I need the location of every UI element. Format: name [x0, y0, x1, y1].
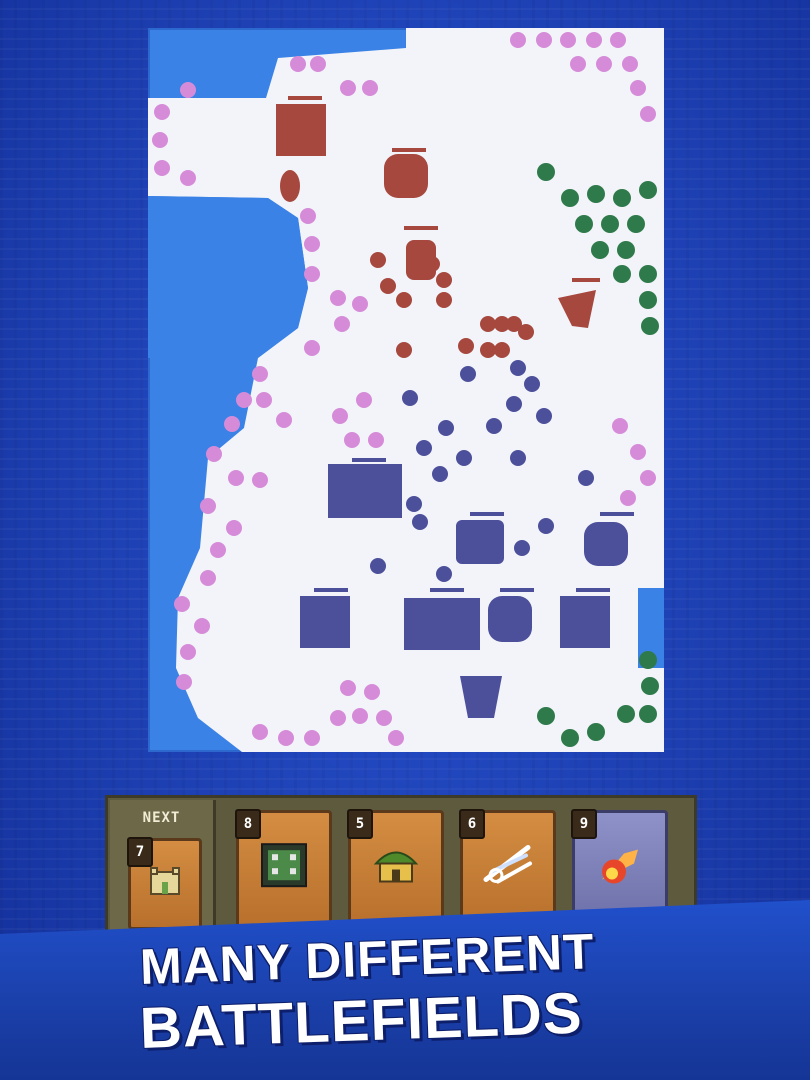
wind-icon [482, 842, 534, 892]
hut-icon [370, 842, 422, 892]
fortress-icon [258, 838, 310, 894]
battlefield-terrain [148, 28, 664, 752]
card-3[interactable]: 6 [459, 809, 556, 928]
next-label: NEXT [142, 810, 181, 826]
next-card[interactable]: 7 [127, 837, 202, 930]
card-1[interactable]: 8 [235, 809, 332, 928]
card-1-cost: 8 [235, 809, 261, 839]
water-inlet [148, 196, 308, 358]
next-card-slot: NEXT 7 [110, 800, 216, 930]
fireball-icon [594, 842, 646, 892]
card-2[interactable]: 5 [347, 809, 444, 928]
card-4-cost: 9 [571, 809, 597, 839]
card-2-cost: 5 [347, 809, 373, 839]
castle-icon [147, 862, 183, 902]
card-3-cost: 6 [459, 809, 485, 839]
battlefield-map[interactable] [148, 28, 664, 752]
